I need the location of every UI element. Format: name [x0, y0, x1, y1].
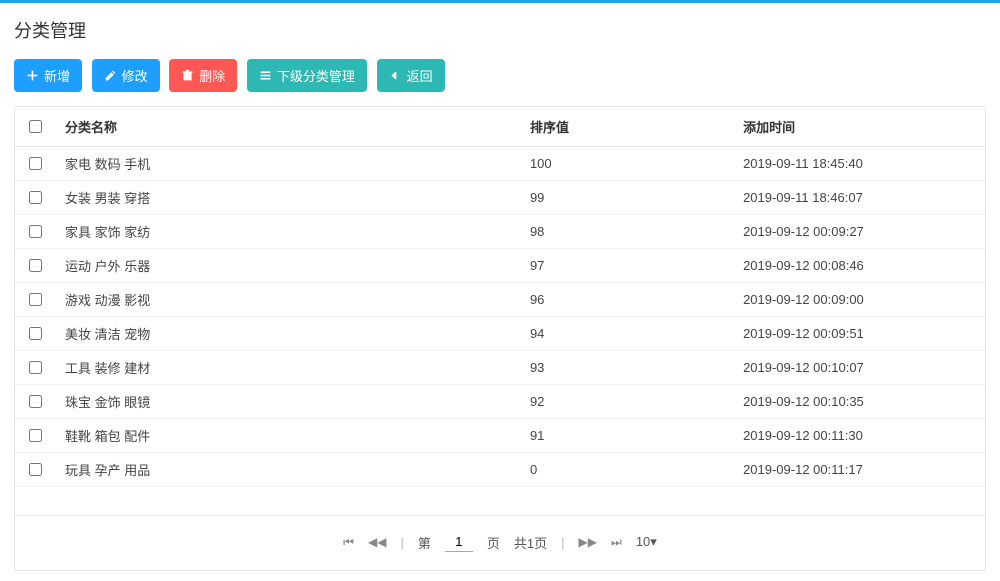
- table-row: 珠宝 金饰 眼镜922019-09-12 00:10:35: [15, 385, 985, 419]
- add-button[interactable]: 新增: [14, 59, 82, 92]
- edit-button[interactable]: 修改: [92, 59, 160, 92]
- page-title: 分类管理: [14, 17, 986, 43]
- trash-icon: [181, 69, 194, 82]
- first-page-button[interactable]: ⏮: [343, 535, 354, 550]
- page-number-input[interactable]: [445, 532, 473, 552]
- row-checkbox-cell: [15, 317, 55, 351]
- plus-icon: [26, 69, 39, 82]
- row-time: 2019-09-12 00:10:35: [733, 385, 985, 419]
- row-time: 2019-09-12 00:08:46: [733, 249, 985, 283]
- row-sort: 92: [520, 385, 733, 419]
- table-row: 工具 装修 建材932019-09-12 00:10:07: [15, 351, 985, 385]
- row-checkbox-cell: [15, 147, 55, 181]
- row-time: 2019-09-12 00:09:51: [733, 317, 985, 351]
- table-row: 运动 户外 乐器972019-09-12 00:08:46: [15, 249, 985, 283]
- pagination: ⏮ ◀◀ | 第 页 共1页 | ▶▶ ⏭ 10▾: [15, 515, 985, 570]
- sub-category-button-label: 下级分类管理: [277, 66, 355, 85]
- row-checkbox[interactable]: [29, 327, 42, 340]
- row-sort: 96: [520, 283, 733, 317]
- row-checkbox[interactable]: [29, 429, 42, 442]
- separator: |: [400, 535, 403, 550]
- back-button-label: 返回: [407, 66, 433, 85]
- row-checkbox-cell: [15, 351, 55, 385]
- toolbar: 新增 修改 删除 下级分类管理 返回: [14, 59, 986, 92]
- header-checkbox-cell: [15, 107, 55, 147]
- back-icon: [389, 69, 402, 82]
- page-label-prefix: 第: [418, 533, 431, 552]
- row-checkbox[interactable]: [29, 463, 42, 476]
- row-sort: 97: [520, 249, 733, 283]
- row-sort: 100: [520, 147, 733, 181]
- row-sort: 99: [520, 181, 733, 215]
- row-name: 鞋靴 箱包 配件: [55, 419, 520, 453]
- separator: |: [561, 535, 564, 550]
- sub-category-button[interactable]: 下级分类管理: [247, 59, 367, 92]
- table-row: 家具 家饰 家纺982019-09-12 00:09:27: [15, 215, 985, 249]
- prev-page-button[interactable]: ◀◀: [368, 535, 386, 549]
- row-name: 运动 户外 乐器: [55, 249, 520, 283]
- row-name: 家具 家饰 家纺: [55, 215, 520, 249]
- total-pages-label: 共1页: [514, 533, 547, 552]
- row-checkbox-cell: [15, 283, 55, 317]
- row-checkbox[interactable]: [29, 157, 42, 170]
- row-time: 2019-09-12 00:09:27: [733, 215, 985, 249]
- row-checkbox-cell: [15, 249, 55, 283]
- category-table: 分类名称 排序值 添加时间 家电 数码 手机1002019-09-11 18:4…: [15, 107, 985, 487]
- row-sort: 91: [520, 419, 733, 453]
- row-sort: 93: [520, 351, 733, 385]
- row-sort: 94: [520, 317, 733, 351]
- chevron-down-icon: ▾: [650, 534, 657, 549]
- header-sort: 排序值: [520, 107, 733, 147]
- row-name: 工具 装修 建材: [55, 351, 520, 385]
- row-checkbox[interactable]: [29, 191, 42, 204]
- row-time: 2019-09-11 18:46:07: [733, 181, 985, 215]
- page-label-page: 页: [487, 533, 500, 552]
- table-row: 玩具 孕产 用品02019-09-12 00:11:17: [15, 453, 985, 487]
- row-time: 2019-09-12 00:10:07: [733, 351, 985, 385]
- table-row: 鞋靴 箱包 配件912019-09-12 00:11:30: [15, 419, 985, 453]
- delete-button-label: 删除: [199, 66, 225, 85]
- row-name: 女装 男装 穿搭: [55, 181, 520, 215]
- list-icon: [259, 69, 272, 82]
- row-checkbox[interactable]: [29, 293, 42, 306]
- header-name: 分类名称: [55, 107, 520, 147]
- row-checkbox-cell: [15, 419, 55, 453]
- table-row: 女装 男装 穿搭992019-09-11 18:46:07: [15, 181, 985, 215]
- row-checkbox[interactable]: [29, 259, 42, 272]
- row-time: 2019-09-12 00:09:00: [733, 283, 985, 317]
- row-sort: 0: [520, 453, 733, 487]
- back-button[interactable]: 返回: [377, 59, 445, 92]
- row-checkbox-cell: [15, 385, 55, 419]
- row-time: 2019-09-12 00:11:30: [733, 419, 985, 453]
- delete-button[interactable]: 删除: [169, 59, 237, 92]
- row-checkbox[interactable]: [29, 225, 42, 238]
- header-time: 添加时间: [733, 107, 985, 147]
- row-checkbox-cell: [15, 181, 55, 215]
- row-checkbox[interactable]: [29, 395, 42, 408]
- row-sort: 98: [520, 215, 733, 249]
- pencil-icon: [104, 69, 117, 82]
- table-row: 美妆 清洁 宠物942019-09-12 00:09:51: [15, 317, 985, 351]
- category-table-wrap: 分类名称 排序值 添加时间 家电 数码 手机1002019-09-11 18:4…: [14, 106, 986, 571]
- edit-button-label: 修改: [122, 66, 148, 85]
- row-checkbox-cell: [15, 215, 55, 249]
- add-button-label: 新增: [44, 66, 70, 85]
- row-name: 游戏 动漫 影视: [55, 283, 520, 317]
- row-time: 2019-09-11 18:45:40: [733, 147, 985, 181]
- row-checkbox-cell: [15, 453, 55, 487]
- row-time: 2019-09-12 00:11:17: [733, 453, 985, 487]
- table-row: 家电 数码 手机1002019-09-11 18:45:40: [15, 147, 985, 181]
- row-checkbox[interactable]: [29, 361, 42, 374]
- page-size-select[interactable]: 10▾: [636, 534, 657, 550]
- select-all-checkbox[interactable]: [29, 120, 42, 133]
- table-row: 游戏 动漫 影视962019-09-12 00:09:00: [15, 283, 985, 317]
- row-name: 珠宝 金饰 眼镜: [55, 385, 520, 419]
- next-page-button[interactable]: ▶▶: [579, 535, 597, 549]
- row-name: 家电 数码 手机: [55, 147, 520, 181]
- row-name: 玩具 孕产 用品: [55, 453, 520, 487]
- row-name: 美妆 清洁 宠物: [55, 317, 520, 351]
- last-page-button[interactable]: ⏭: [611, 535, 622, 550]
